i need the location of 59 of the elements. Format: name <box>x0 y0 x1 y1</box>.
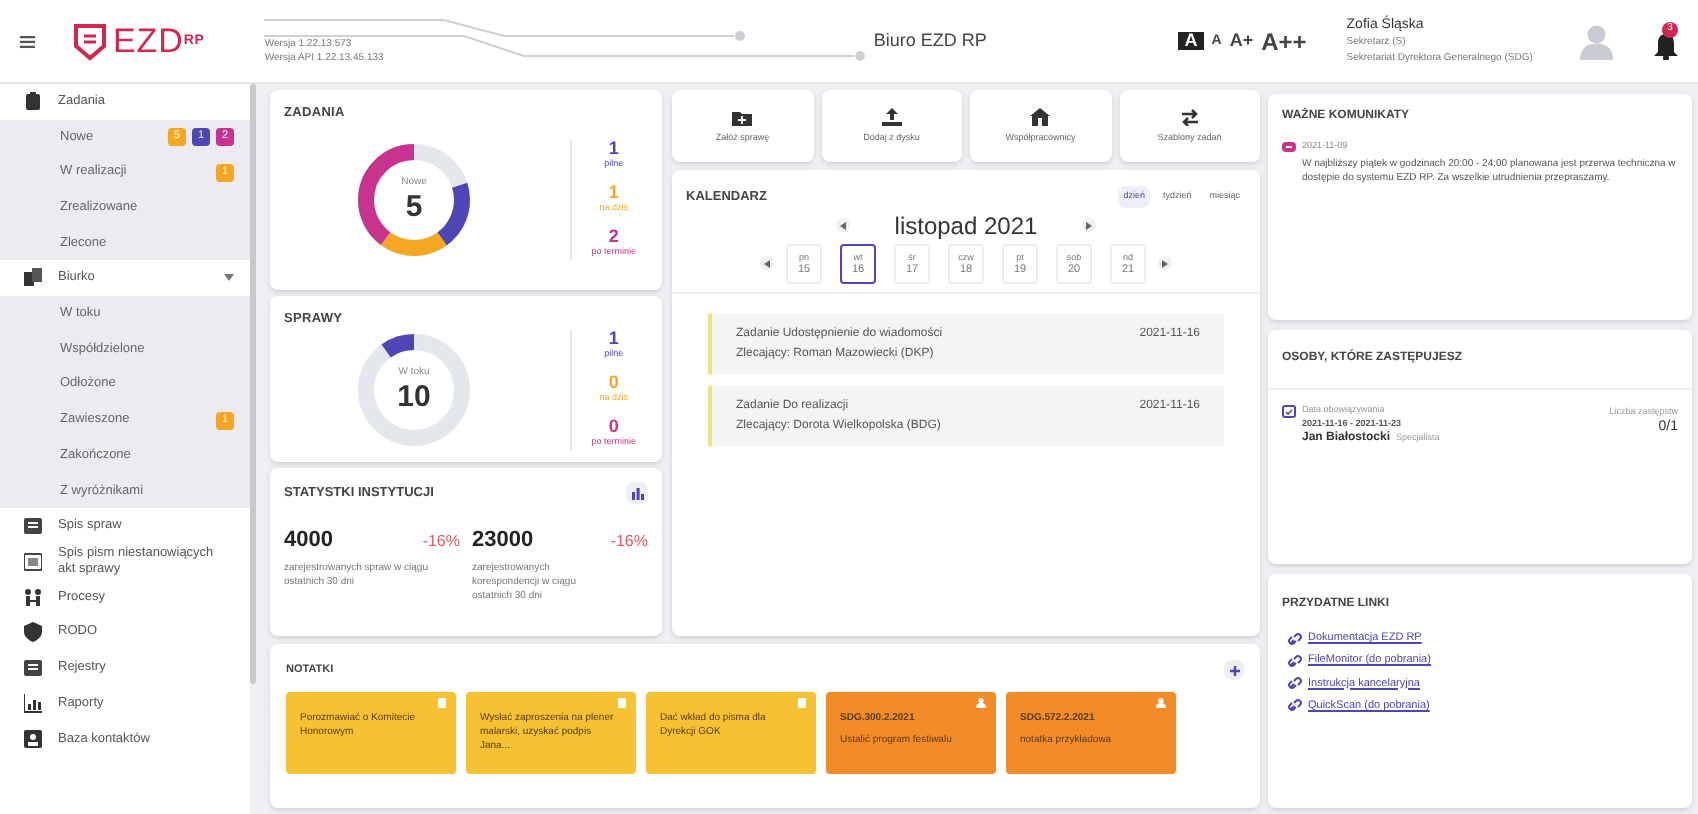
link-icon <box>1288 676 1302 691</box>
link-icon <box>1288 631 1302 646</box>
previous-button[interactable] <box>760 256 774 271</box>
shield-icon <box>24 622 42 643</box>
house-icon <box>1030 107 1051 126</box>
next-button[interactable] <box>1081 218 1096 233</box>
font-size-button[interactable]: A++ <box>1261 29 1307 53</box>
bar-chart-icon <box>631 487 643 499</box>
legend-value: 1 <box>608 329 619 346</box>
person-icon <box>976 698 986 708</box>
logo-icon <box>71 21 108 61</box>
people-icon <box>24 587 42 608</box>
previous-button[interactable] <box>836 218 851 233</box>
logo-text: EZD$^{RP}$ <box>113 19 205 64</box>
donut-chart <box>354 329 474 450</box>
list-icon <box>24 658 42 679</box>
scrollbar-thumb[interactable] <box>250 84 256 684</box>
stat-change: -16% <box>610 530 648 554</box>
link-icon <box>1288 698 1302 713</box>
chevron-left-icon <box>764 259 770 268</box>
contact-card-icon <box>24 729 42 750</box>
chevron-right-icon <box>1162 259 1168 268</box>
font-size-button[interactable]: A <box>1178 32 1204 50</box>
documents-icon <box>24 268 42 289</box>
font-size-button[interactable]: A+ <box>1229 32 1254 50</box>
app-title: Biuro EZD RP <box>871 27 989 54</box>
document-icon <box>618 698 626 708</box>
link-icon <box>1288 653 1302 668</box>
document-icon <box>798 698 806 708</box>
month-title: listopad 2021 <box>894 209 1038 244</box>
person-icon <box>1156 698 1166 708</box>
legend-value: 1 <box>608 139 619 156</box>
chart-total: 10 <box>397 381 431 413</box>
chart-total: 5 <box>405 191 423 224</box>
legend-value: 1 <box>608 183 619 200</box>
chart-button[interactable] <box>626 482 648 504</box>
next-button[interactable] <box>1158 256 1172 271</box>
document-icon <box>438 698 446 708</box>
plus-icon <box>1229 665 1239 675</box>
chevron-left-icon <box>840 221 847 230</box>
bar-chart-icon <box>24 693 42 714</box>
stat-value: 4000 <box>284 526 333 556</box>
add-button[interactable] <box>1224 660 1244 680</box>
folder-plus-icon <box>732 107 753 126</box>
calendar-icon <box>1282 404 1296 418</box>
stat-change: -16% <box>422 530 460 554</box>
stat-value: 23000 <box>472 526 534 556</box>
legend-value: 0 <box>608 417 619 434</box>
document-icon <box>24 551 42 572</box>
chevron-right-icon <box>1085 221 1092 230</box>
message-icon <box>1282 141 1296 152</box>
legend-value: 0 <box>608 373 619 390</box>
bell-icon <box>1653 31 1678 59</box>
swap-arrows-icon <box>1179 107 1200 126</box>
list-icon <box>24 516 42 537</box>
menu-icon <box>20 33 36 49</box>
legend-value: 2 <box>608 227 619 244</box>
donut-chart <box>354 139 474 260</box>
upload-icon <box>881 107 902 126</box>
